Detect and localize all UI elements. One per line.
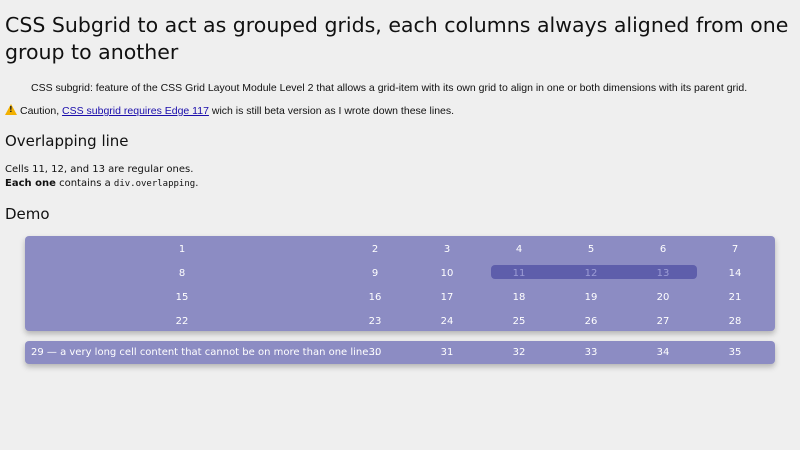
grid-cell: 35 bbox=[728, 347, 742, 358]
grid-cell: 7 bbox=[731, 243, 739, 255]
grid-cell: 24 bbox=[440, 315, 454, 327]
caution-suffix: wich is still beta version as I wrote do… bbox=[211, 105, 455, 117]
grid-cell: 25 bbox=[512, 315, 526, 327]
grid-cell: 4 bbox=[515, 243, 523, 255]
grid-cell: 5 bbox=[587, 243, 595, 255]
grid-cell: 2 bbox=[371, 243, 379, 255]
grid-cell: 20 bbox=[656, 291, 670, 303]
edge-117-link[interactable]: CSS subgrid requires Edge 117 bbox=[62, 105, 209, 117]
grid-cell: 6 bbox=[659, 243, 667, 255]
each-one: Each one bbox=[5, 178, 56, 189]
grouped-grid-1: 1 2 3 4 5 6 7 8 9 10 11 12 13 14 15 16 17 18 19 20 21 22 23 24 2… bbox=[25, 236, 775, 331]
grid-cell: 30 bbox=[368, 347, 382, 358]
grid-cell: 32 bbox=[512, 347, 526, 358]
overlapping-description: Cells 11, 12, and 13 are regular ones. E… bbox=[5, 163, 198, 191]
page-title: CSS Subgrid to act as grouped grids, eac… bbox=[5, 13, 789, 64]
warning-icon bbox=[5, 104, 17, 115]
contains-a: contains a bbox=[59, 178, 111, 189]
grid-cell: 19 bbox=[584, 291, 598, 303]
overlapping-code: div.overlapping bbox=[113, 179, 196, 189]
grid-cell: 28 bbox=[728, 315, 742, 327]
caution-prefix: Caution, bbox=[20, 105, 60, 117]
grid-cell: 29 — a very long cell content that canno… bbox=[31, 347, 378, 358]
grid-cell: 31 bbox=[440, 347, 454, 358]
section-heading-demo: Demo bbox=[5, 205, 50, 223]
grid-cell: 27 bbox=[656, 315, 670, 327]
cells-line: Cells 11, 12, and 13 are regular ones. bbox=[5, 164, 194, 175]
period: . bbox=[195, 178, 199, 189]
grid-cell: 23 bbox=[368, 315, 382, 327]
grid-cell: 9 bbox=[371, 267, 379, 279]
grid-cell: 12 bbox=[584, 267, 598, 279]
grid-cell: 13 bbox=[656, 267, 670, 279]
grid-cell: 14 bbox=[728, 267, 742, 279]
grouped-grid-2: 29 — a very long cell content that canno… bbox=[25, 341, 775, 364]
grid-cell: 16 bbox=[368, 291, 382, 303]
grid-cell: 15 bbox=[175, 291, 189, 303]
grid-cell: 22 bbox=[175, 315, 189, 327]
grid-cell: 10 bbox=[440, 267, 454, 279]
grid-cell: 18 bbox=[512, 291, 526, 303]
subgrid-definition: CSS subgrid: feature of the CSS Grid Lay… bbox=[31, 82, 748, 94]
grid-cell: 34 bbox=[656, 347, 670, 358]
grid-cell: 1 bbox=[178, 243, 186, 255]
grid-cell: 26 bbox=[584, 315, 598, 327]
grid-cell: 21 bbox=[728, 291, 742, 303]
caution-note: Caution, CSS subgrid requires Edge 117 w… bbox=[5, 104, 454, 118]
grid-cell: 17 bbox=[440, 291, 454, 303]
grid-cell: 8 bbox=[178, 267, 186, 279]
grid-cell: 11 bbox=[512, 267, 526, 279]
grid-cell: 3 bbox=[443, 243, 451, 255]
section-heading-overlapping: Overlapping line bbox=[5, 132, 129, 150]
grid-cell: 33 bbox=[584, 347, 598, 358]
